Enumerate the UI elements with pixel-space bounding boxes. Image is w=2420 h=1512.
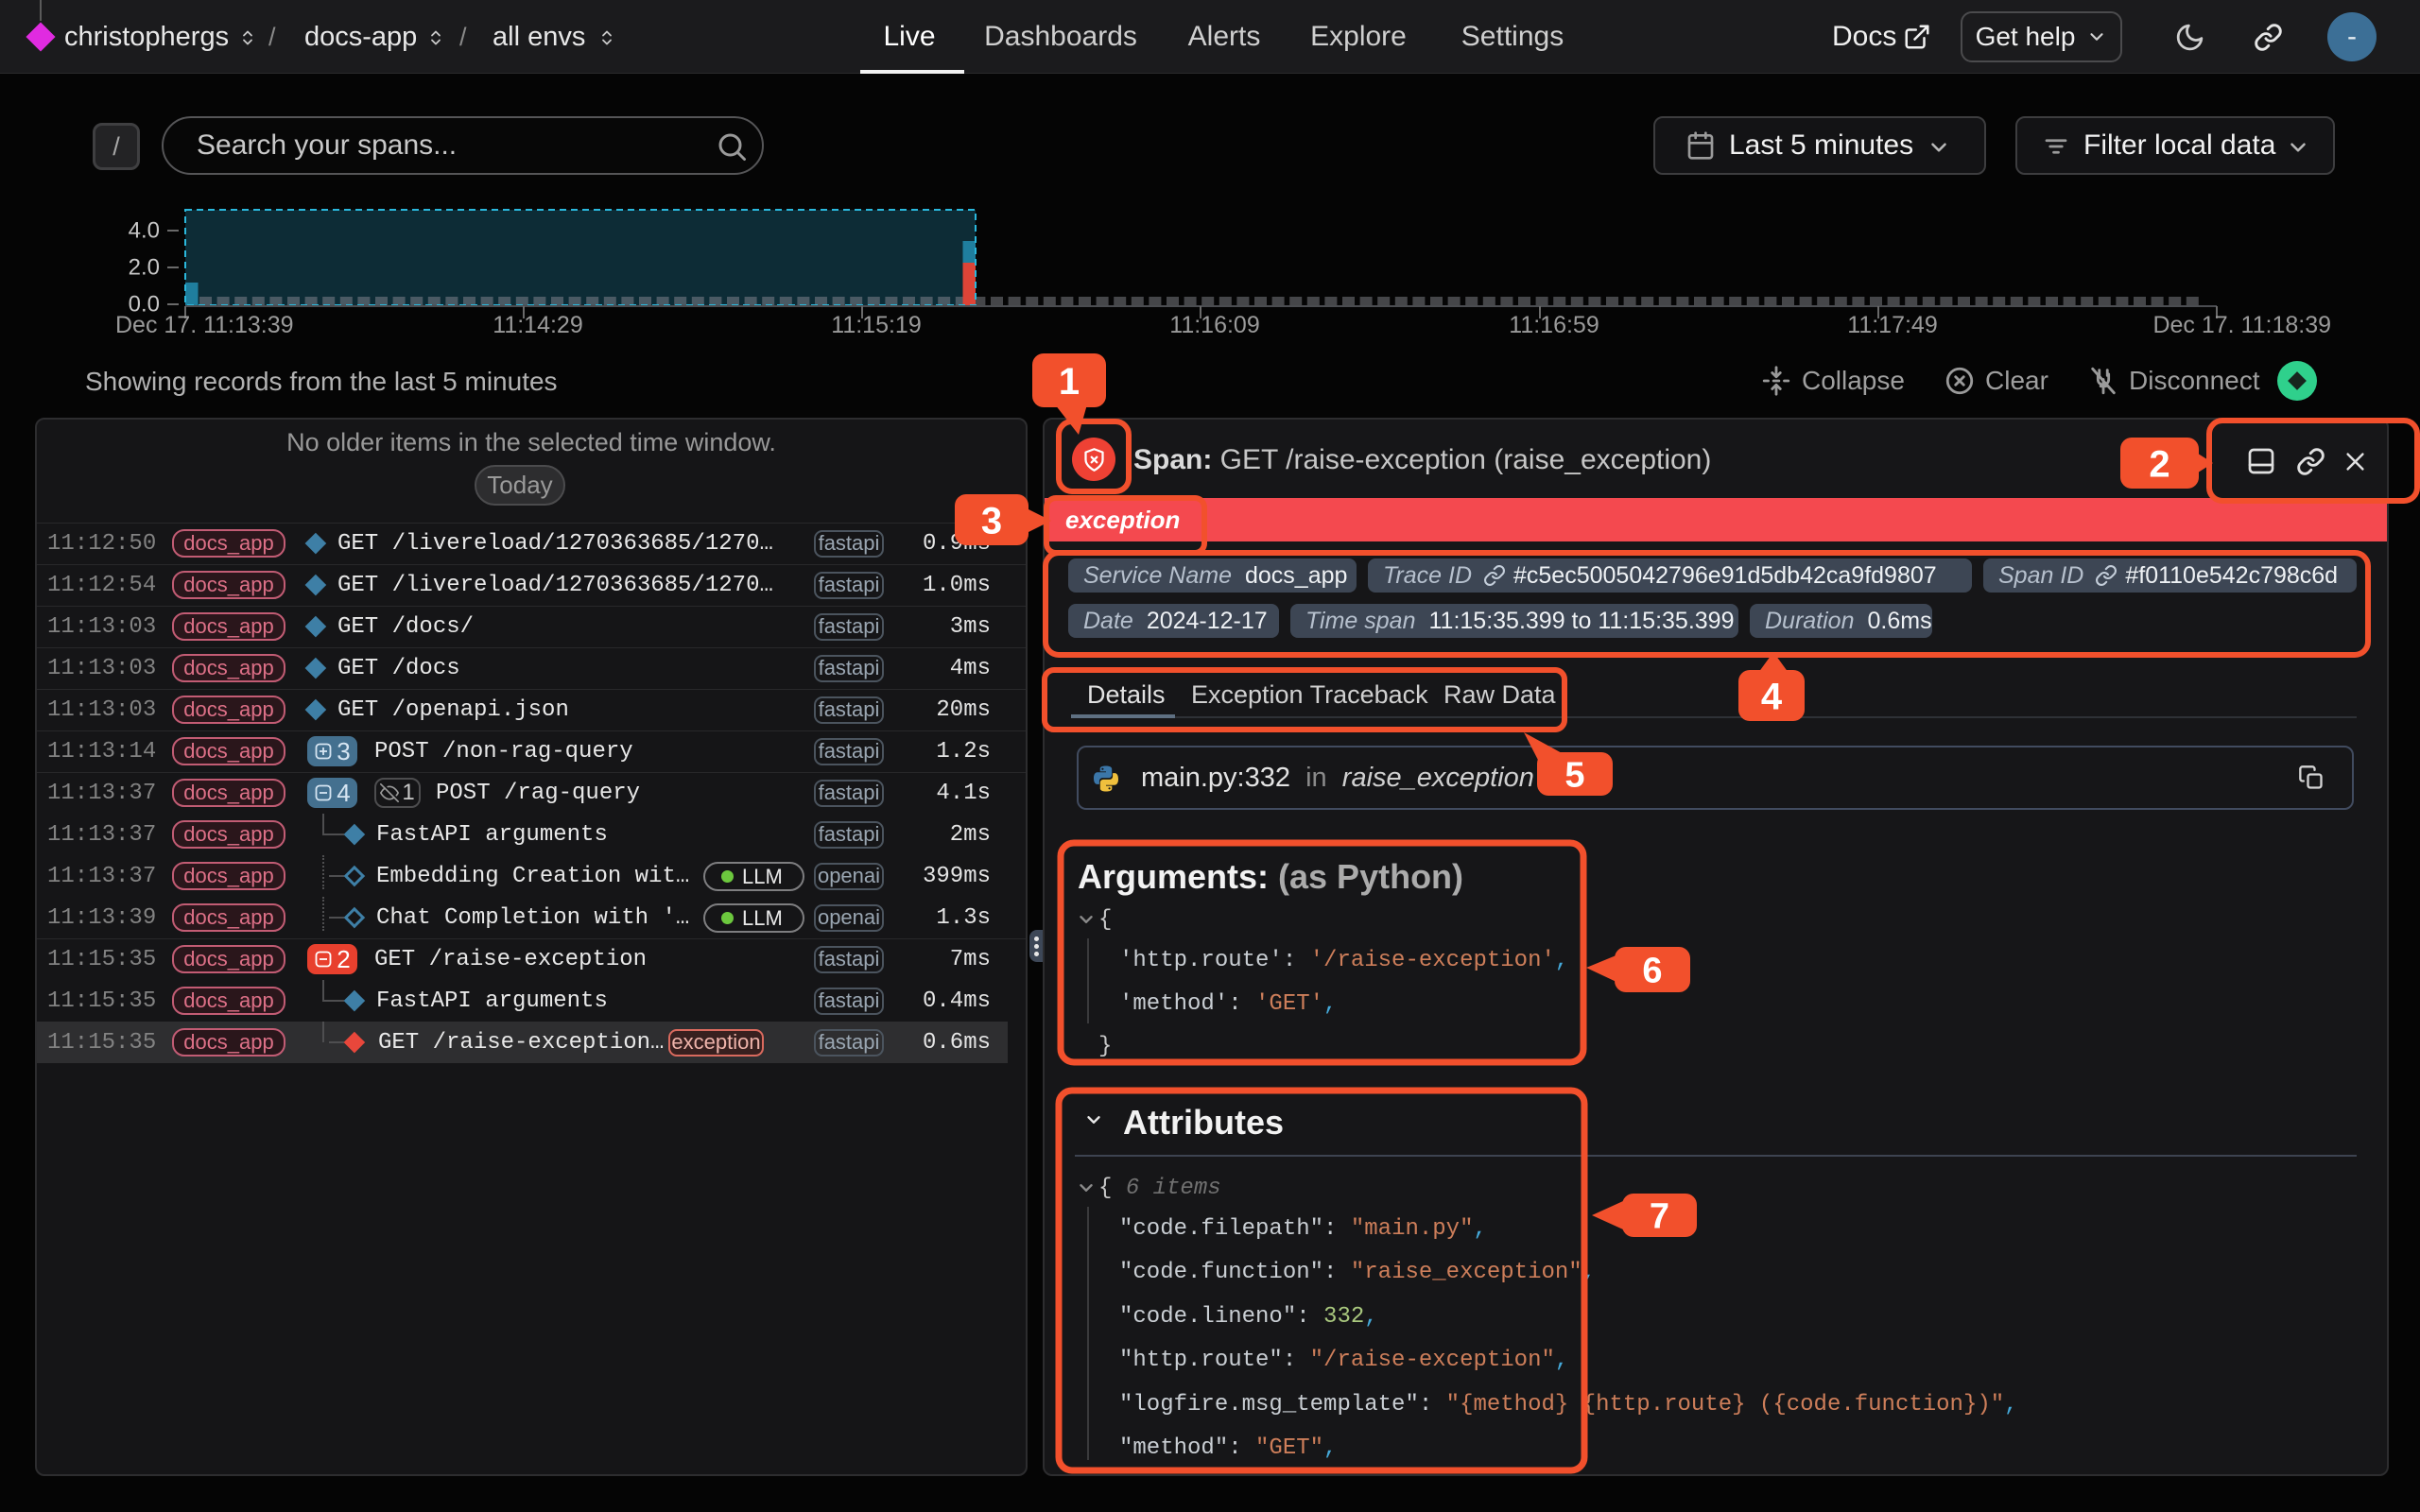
- svg-text:7: 7: [1650, 1197, 1669, 1237]
- svg-text:4: 4: [1761, 676, 1783, 717]
- svg-text:1: 1: [1059, 361, 1080, 403]
- svg-text:3: 3: [981, 500, 1002, 541]
- svg-text:2: 2: [2149, 443, 2169, 485]
- svg-text:6: 6: [1642, 952, 1662, 991]
- svg-text:5: 5: [1564, 756, 1584, 796]
